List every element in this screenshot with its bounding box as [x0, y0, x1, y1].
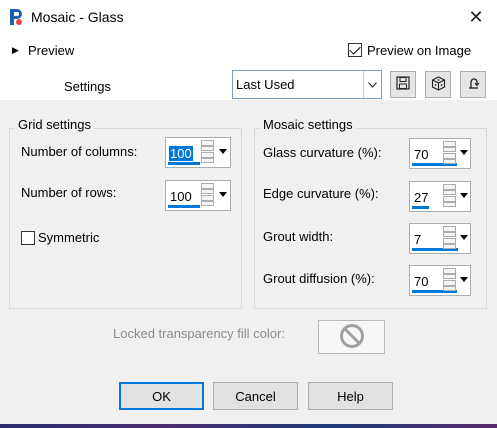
columns-decrement-button[interactable]: [201, 152, 214, 163]
columns-dropdown-button[interactable]: [217, 140, 229, 163]
edge-curvature-spinner[interactable]: 27: [409, 181, 471, 212]
help-button[interactable]: Help: [308, 382, 393, 410]
glass-curvature-value[interactable]: 70: [413, 147, 429, 162]
edge-curvature-dropdown-button[interactable]: [458, 184, 470, 207]
save-preset-button[interactable]: [390, 71, 416, 98]
grout-width-value[interactable]: 7: [413, 232, 422, 247]
rows-value[interactable]: 100: [169, 189, 193, 204]
grid-settings-title: Grid settings: [15, 117, 94, 132]
rows-spinner[interactable]: 100: [165, 180, 231, 211]
locked-fill-color-label: Locked transparency fill color:: [113, 326, 285, 341]
preview-toggle[interactable]: Preview: [28, 43, 74, 58]
rows-dropdown-button[interactable]: [217, 183, 229, 206]
reset-icon: [466, 76, 481, 94]
grout-width-decrement-button[interactable]: [443, 238, 456, 249]
grout-diffusion-increment-button[interactable]: [443, 268, 456, 279]
edge-curvature-label: Edge curvature (%):: [263, 186, 379, 201]
grout-diffusion-value[interactable]: 70: [413, 274, 429, 289]
grout-width-dropdown-button[interactable]: [458, 226, 470, 249]
save-icon: [396, 76, 410, 93]
chevron-right-icon[interactable]: ▶: [12, 45, 19, 56]
preview-on-image-checkbox[interactable]: [348, 43, 362, 57]
rows-slider-bar[interactable]: [168, 205, 200, 208]
randomize-button[interactable]: [425, 71, 451, 98]
symmetric-checkbox[interactable]: [21, 231, 35, 245]
glass-curvature-spinner[interactable]: 70: [409, 138, 471, 169]
close-button[interactable]: ✕: [463, 5, 489, 29]
glass-curvature-dropdown-button[interactable]: [458, 141, 470, 164]
ok-button[interactable]: OK: [119, 382, 204, 410]
mosaic-settings-title: Mosaic settings: [260, 117, 356, 132]
window-title: Mosaic - Glass: [31, 9, 124, 25]
app-icon: [8, 8, 24, 26]
settings-preset-dropdown[interactable]: Last Used: [232, 70, 382, 99]
grout-width-increment-button[interactable]: [443, 226, 456, 237]
columns-spinner[interactable]: 100: [165, 137, 231, 168]
chevron-down-icon[interactable]: [363, 71, 381, 98]
grout-width-label: Grout width:: [263, 229, 334, 244]
grout-diffusion-decrement-button[interactable]: [443, 280, 456, 291]
dice-icon: [431, 75, 446, 94]
reset-defaults-button[interactable]: [460, 71, 486, 98]
grout-width-spinner[interactable]: 7: [409, 223, 471, 254]
prohibited-icon: [339, 323, 365, 352]
grout-diffusion-label: Grout diffusion (%):: [263, 271, 375, 286]
glass-curvature-label: Glass curvature (%):: [263, 145, 382, 160]
grout-diffusion-spinner[interactable]: 70: [409, 265, 471, 296]
rows-increment-button[interactable]: [201, 183, 214, 194]
settings-preset-value: Last Used: [236, 77, 295, 92]
cancel-button[interactable]: Cancel: [213, 382, 298, 410]
glass-curvature-increment-button[interactable]: [443, 141, 456, 152]
columns-slider-bar[interactable]: [168, 162, 200, 165]
preview-on-image-label: Preview on Image: [367, 43, 472, 58]
desktop-strip: [0, 424, 497, 428]
settings-label: Settings: [64, 79, 111, 94]
symmetric-label: Symmetric: [38, 230, 100, 245]
close-icon: ✕: [468, 6, 484, 27]
edge-curvature-slider-bar[interactable]: [412, 206, 429, 209]
locked-fill-color-swatch: [318, 320, 385, 354]
grout-diffusion-dropdown-button[interactable]: [458, 268, 470, 291]
edge-curvature-decrement-button[interactable]: [443, 196, 456, 207]
columns-label: Number of columns:: [21, 144, 138, 159]
rows-decrement-button[interactable]: [201, 195, 214, 206]
rows-label: Number of rows:: [21, 185, 117, 200]
columns-increment-button[interactable]: [201, 140, 214, 151]
edge-curvature-increment-button[interactable]: [443, 184, 456, 195]
edge-curvature-value[interactable]: 27: [413, 190, 429, 205]
glass-curvature-decrement-button[interactable]: [443, 153, 456, 164]
columns-value[interactable]: 100: [169, 146, 193, 161]
